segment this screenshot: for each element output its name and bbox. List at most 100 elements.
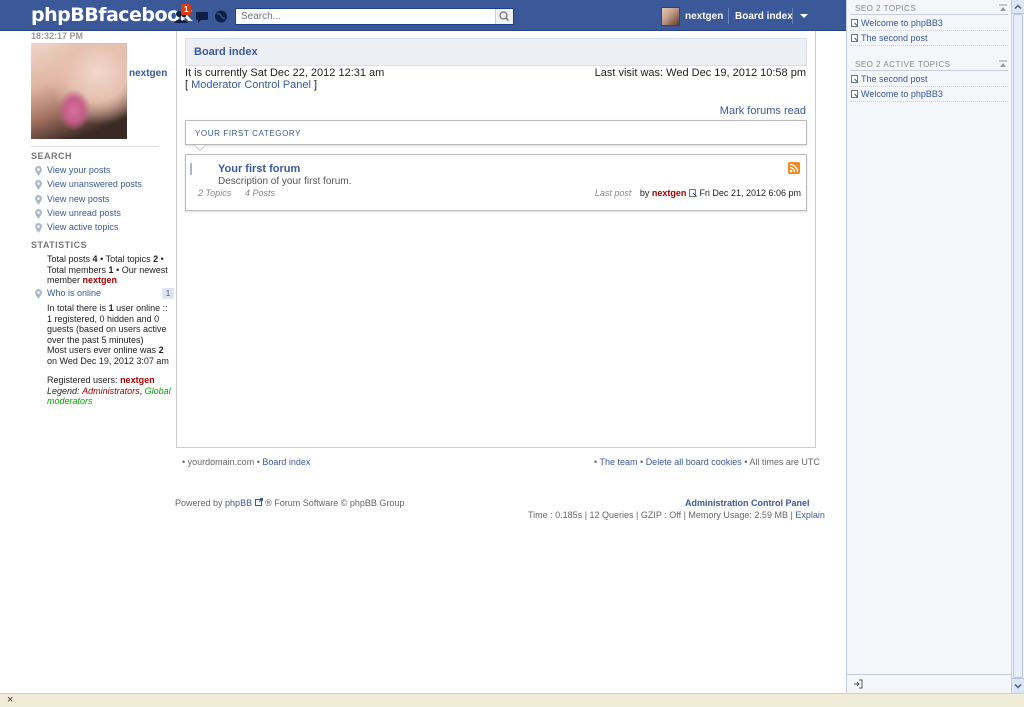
search-icon [499,11,510,22]
legend-administrators-link[interactable]: Administrators [82,386,140,396]
scroll-up-button[interactable] [1012,0,1024,14]
page-stats-text: Time : 0.185s | 12 Queries | GZIP : Off … [528,510,793,520]
footer-board-index-link[interactable]: Board index [262,457,310,467]
explain-link[interactable]: Explain [795,510,825,520]
seo-topics-heading: SEO 2 TOPICS [855,4,917,13]
profile-username-link[interactable]: nextgen [129,68,167,79]
most-users-text: Most users ever online was [47,345,157,355]
map-pin-icon [35,209,42,219]
collapse-arrow-icon[interactable] [998,4,1008,13]
newest-member-link[interactable]: nextgen [83,275,118,285]
breadcrumb-board-index[interactable]: Board index [194,46,258,58]
forum-software-text: ® Forum Software © phpBB Group [265,498,405,508]
seo-topic-item[interactable]: The second post [850,31,1008,46]
map-pin-icon [35,166,42,176]
clock: 18:32:17 PM [31,31,84,41]
forum-topics-count: 2 Topics [198,188,232,198]
stat-value: 2 [153,254,159,264]
forum-last-post: Last post by nextgen Fri Dec 21, 2012 6:… [595,188,801,198]
sidebar-link-label: View unread posts [47,208,121,218]
most-users-text: on Wed Dec 19, 2012 3:07 am [47,355,169,366]
the-team-link[interactable]: The team [600,457,638,467]
seo-active-topic-label: The second post [861,74,928,84]
forum-title-link[interactable]: Your first forum [218,163,300,175]
divider [850,14,1008,15]
category-title[interactable]: YOUR FIRST CATEGORY [195,129,301,138]
view-latest-post-icon[interactable] [688,189,697,197]
delete-cookies-link[interactable]: Delete all board cookies [646,457,742,467]
document-icon [851,75,858,83]
divider [850,70,1008,71]
map-pin-icon [35,289,42,299]
search-button[interactable] [495,9,513,24]
map-pin-icon [35,195,42,205]
profile-avatar[interactable] [31,43,127,139]
chevron-up-icon [1014,4,1022,10]
external-link-icon [254,498,263,506]
powered-by-label: Powered by [175,498,223,508]
sidebar-link-label: View active topics [47,222,119,232]
notifications-globe-icon[interactable] [214,10,228,23]
page-stats: Time : 0.185s | 12 Queries | GZIP : Off … [528,510,825,520]
collapse-arrow-icon[interactable] [998,60,1008,69]
divider [728,8,729,24]
top-board-index-link[interactable]: Board index [735,11,793,22]
seo-topic-label: Welcome to phpBB3 [861,18,943,28]
statistics-text: Total posts 4 • Total topics 2 • Total m… [47,254,168,285]
stat-value: 4 [92,254,98,264]
seo-topic-label: The second post [861,33,928,43]
sidebar-link-label: View new posts [47,194,110,204]
registered-user-link[interactable]: nextgen [120,375,155,385]
seo-active-topic-item[interactable]: The second post [850,72,1008,87]
notification-badge: 1 [181,4,192,15]
seo-active-topic-item[interactable]: Welcome to phpBB3 [850,87,1008,102]
site-logo[interactable]: phpBBfacebook [31,4,192,26]
who-is-online-label: Who is online [47,288,102,298]
online-users-count: 1 [108,303,114,313]
scroll-thumb[interactable] [1013,14,1023,678]
registered-users-text: Registered users: nextgen Legend: Admini… [47,375,171,406]
phpbb-link[interactable]: phpBB [225,498,252,508]
last-post-date: Fri Dec 21, 2012 6:06 pm [699,188,801,198]
footer-links: • The team • Delete all board cookies • … [594,457,820,467]
account-menu-dropdown-icon[interactable] [800,14,808,18]
chevron-down-icon [1014,683,1022,689]
sidebar-link-label: View unanswered posts [47,179,142,189]
top-username-link[interactable]: nextgen [685,11,723,22]
search-heading: SEARCH [31,151,73,161]
close-icon[interactable]: × [7,694,13,706]
vertical-scrollbar[interactable] [1011,0,1024,693]
document-icon [851,19,858,27]
sign-in-icon[interactable] [853,679,863,689]
online-count-badge: 1 [162,288,174,299]
messages-icon[interactable] [195,10,209,23]
browser-status-bar: × [0,693,1024,707]
timezone-text: All times are UTC [749,457,820,467]
forum-status-icon [190,163,199,175]
statistics-heading: STATISTICS [31,240,88,250]
moderator-control-panel-link[interactable]: Moderator Control Panel [191,79,311,91]
moderator-control-panel: [ Moderator Control Panel ] [185,79,317,91]
current-time: It is currently Sat Dec 22, 2012 12:31 a… [185,67,385,79]
seo-topic-item[interactable]: Welcome to phpBB3 [850,16,1008,31]
legend-label: Legend: [47,385,80,396]
seo-sidebar-panel: SEO 2 TOPICS Welcome to phpBB3 The secon… [846,0,1011,693]
main-content: Board index It is currently Sat Dec 22, … [176,31,816,448]
document-icon [851,90,858,98]
administration-control-panel-link[interactable]: Administration Control Panel [685,498,810,508]
rss-feed-icon[interactable] [788,162,800,174]
document-icon [851,34,858,42]
user-avatar-thumbnail[interactable] [661,7,680,26]
scroll-down-button[interactable] [1012,678,1024,693]
footer-domain-link[interactable]: yourdomain.com [188,457,255,467]
category-arrow-inner [195,145,205,150]
forum-row: Your first forum Description of your fir… [185,154,807,211]
divider [792,8,793,24]
search-input[interactable] [236,9,494,24]
last-post-user-link[interactable]: nextgen [652,188,687,198]
map-pin-icon [35,180,42,190]
mark-forums-read-link[interactable]: Mark forums read [720,105,806,117]
online-text: In total there is 1 user online :: 1 reg… [47,303,175,366]
stat-label: Total posts [47,254,91,264]
footer-breadcrumb: • yourdomain.com • Board index [182,457,311,467]
